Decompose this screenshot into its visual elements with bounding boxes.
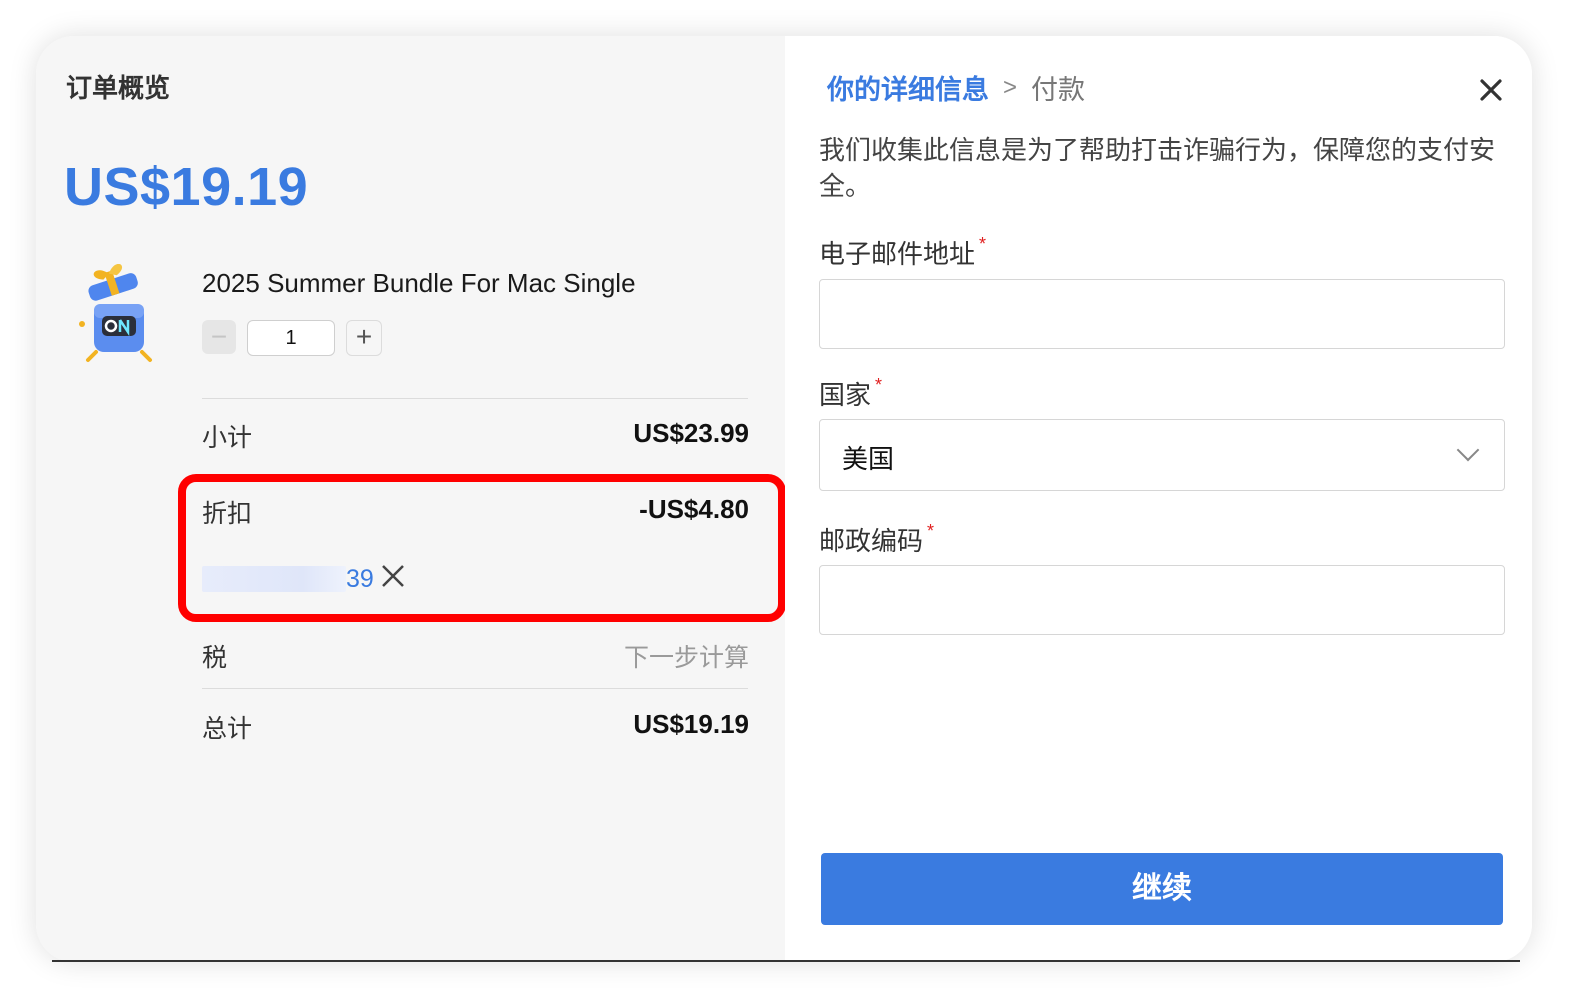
order-summary-title: 订单概览 [66, 73, 171, 103]
discount-value: -US$4.80 [639, 494, 749, 524]
product-name: 2025 Summer Bundle For Mac Single [202, 268, 636, 298]
total-value: US$19.19 [633, 709, 749, 739]
coupon-code-redacted [202, 566, 346, 592]
email-label: 电子邮件地址 * [819, 234, 986, 271]
quantity-decrease-button[interactable]: − [202, 320, 236, 354]
close-icon [1480, 79, 1502, 101]
close-icon [381, 565, 404, 587]
order-summary-panel: 订单概览 US$19.19 2025 Summer Bundle For Mac… [36, 36, 786, 962]
required-mark: * [927, 521, 935, 541]
breadcrumb-separator: > [1003, 73, 1018, 101]
country-label-text: 国家 [819, 380, 872, 410]
close-button[interactable] [1480, 74, 1502, 106]
country-select[interactable]: 美国 [819, 419, 1505, 491]
quantity-increase-button[interactable]: + [346, 320, 382, 356]
postal-code-label: 邮政编码 * [819, 521, 934, 558]
breadcrumb: 你的详细信息 > 付款 [827, 68, 1085, 107]
window-bottom-edge [52, 960, 1520, 962]
discount-label: 折扣 [202, 500, 253, 528]
minus-icon: − [210, 321, 228, 352]
tax-label: 税 [202, 644, 228, 672]
country-label: 国家 * [819, 375, 882, 412]
info-text: 我们收集此信息是为了帮助打击诈骗行为，保障您的支付安全。 [819, 135, 1496, 201]
subtotal-value: US$23.99 [633, 418, 749, 448]
chevron-down-icon [1456, 438, 1480, 462]
breadcrumb-your-details[interactable]: 你的详细信息 [827, 68, 989, 107]
remove-coupon-button[interactable] [380, 563, 406, 595]
country-selected-value: 美国 [842, 444, 895, 474]
order-total-price: US$19.19 [64, 157, 309, 217]
checkout-dialog: 订单概览 US$19.19 2025 Summer Bundle For Mac… [36, 36, 1532, 962]
quantity-input[interactable]: 1 [247, 320, 335, 356]
gift-box-mascot-icon [76, 263, 162, 364]
subtotal-label: 小计 [202, 424, 253, 452]
postal-code-field[interactable] [819, 565, 1505, 635]
details-form-panel: 你的详细信息 > 付款 我们收集此信息是为了帮助打击诈骗行为，保障您的支付安全。… [785, 36, 1532, 962]
coupon-code-tail: 39 [346, 564, 374, 593]
plus-icon: + [355, 321, 373, 352]
divider [202, 398, 748, 399]
email-field[interactable] [819, 279, 1505, 349]
breadcrumb-payment: 付款 [1031, 75, 1086, 105]
continue-button[interactable]: 继续 [821, 853, 1503, 925]
email-label-text: 电子邮件地址 [819, 239, 976, 269]
divider [202, 688, 748, 689]
required-mark: * [979, 234, 987, 254]
coupon-code: 39 [202, 564, 406, 594]
tax-value: 下一步计算 [623, 644, 749, 672]
required-mark: * [875, 375, 883, 395]
postal-code-label-text: 邮政编码 [819, 526, 924, 556]
total-label: 总计 [202, 715, 253, 743]
